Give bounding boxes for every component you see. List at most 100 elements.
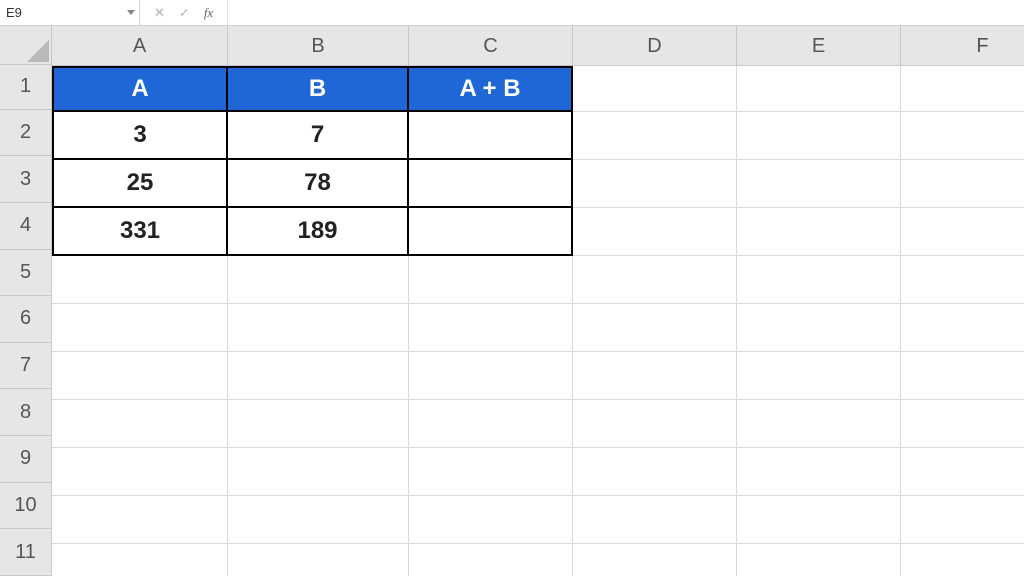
cell-F6[interactable] xyxy=(901,304,1024,352)
cell-D7[interactable] xyxy=(573,352,737,400)
cell-E8[interactable] xyxy=(737,400,901,448)
cell-C4[interactable] xyxy=(409,208,573,256)
cell-F11[interactable] xyxy=(901,544,1024,576)
cell-A11[interactable] xyxy=(52,544,228,576)
col-header-E[interactable]: E xyxy=(737,26,901,66)
table-row: 331 189 xyxy=(52,208,1024,256)
cell-C5[interactable] xyxy=(409,256,573,304)
name-box[interactable]: E9 xyxy=(0,0,140,25)
cell-E9[interactable] xyxy=(737,448,901,496)
select-all-corner[interactable] xyxy=(0,26,52,65)
cell-C2[interactable] xyxy=(409,112,573,160)
table-row xyxy=(52,544,1024,576)
cell-A10[interactable] xyxy=(52,496,228,544)
row-header-3[interactable]: 3 xyxy=(0,156,52,203)
cell-F10[interactable] xyxy=(901,496,1024,544)
col-header-F[interactable]: F xyxy=(901,26,1024,66)
cell-D2[interactable] xyxy=(573,112,737,160)
confirm-icon[interactable]: ✓ xyxy=(179,6,190,19)
cell-B6[interactable] xyxy=(228,304,409,352)
cell-F7[interactable] xyxy=(901,352,1024,400)
row-header-11[interactable]: 11 xyxy=(0,529,52,576)
cell-C11[interactable] xyxy=(409,544,573,576)
cell-E4[interactable] xyxy=(737,208,901,256)
cell-B5[interactable] xyxy=(228,256,409,304)
cell-C9[interactable] xyxy=(409,448,573,496)
cell-C7[interactable] xyxy=(409,352,573,400)
cell-F2[interactable] xyxy=(901,112,1024,160)
cell-A5[interactable] xyxy=(52,256,228,304)
cell-E1[interactable] xyxy=(737,66,901,112)
row-header-4[interactable]: 4 xyxy=(0,203,52,250)
formula-input[interactable] xyxy=(228,0,1024,25)
row-header-8[interactable]: 8 xyxy=(0,389,52,436)
row-header-10[interactable]: 10 xyxy=(0,483,52,530)
row-header-7[interactable]: 7 xyxy=(0,343,52,390)
table-row xyxy=(52,256,1024,304)
fx-icon[interactable]: fx xyxy=(204,6,213,19)
cell-A3[interactable]: 25 xyxy=(52,160,228,208)
cell-E3[interactable] xyxy=(737,160,901,208)
cell-C8[interactable] xyxy=(409,400,573,448)
cell-B7[interactable] xyxy=(228,352,409,400)
cell-F5[interactable] xyxy=(901,256,1024,304)
cell-A8[interactable] xyxy=(52,400,228,448)
cell-E6[interactable] xyxy=(737,304,901,352)
cell-A9[interactable] xyxy=(52,448,228,496)
formula-bar-buttons: ✕ ✓ fx xyxy=(140,0,228,25)
cancel-icon[interactable]: ✕ xyxy=(154,6,165,19)
row-header-2[interactable]: 2 xyxy=(0,110,52,157)
cell-D9[interactable] xyxy=(573,448,737,496)
cell-C10[interactable] xyxy=(409,496,573,544)
cell-E10[interactable] xyxy=(737,496,901,544)
cell-D3[interactable] xyxy=(573,160,737,208)
cell-F9[interactable] xyxy=(901,448,1024,496)
row-header-5[interactable]: 5 xyxy=(0,250,52,297)
column-headers: A B C D E F xyxy=(52,26,1024,66)
grid-area: A B C D E F A B A + B 3 7 xyxy=(52,26,1024,576)
row-header-6[interactable]: 6 xyxy=(0,296,52,343)
col-header-C[interactable]: C xyxy=(409,26,573,66)
cell-D6[interactable] xyxy=(573,304,737,352)
cell-D4[interactable] xyxy=(573,208,737,256)
table-row xyxy=(52,496,1024,544)
cell-B3[interactable]: 78 xyxy=(228,160,409,208)
cell-B11[interactable] xyxy=(228,544,409,576)
cell-B1[interactable]: B xyxy=(228,66,409,112)
row-header-1[interactable]: 1 xyxy=(0,65,52,110)
cell-D5[interactable] xyxy=(573,256,737,304)
cell-A4[interactable]: 331 xyxy=(52,208,228,256)
cell-B9[interactable] xyxy=(228,448,409,496)
chevron-down-icon[interactable] xyxy=(127,10,135,15)
cell-E2[interactable] xyxy=(737,112,901,160)
cell-E7[interactable] xyxy=(737,352,901,400)
formula-bar: E9 ✕ ✓ fx xyxy=(0,0,1024,26)
table-row: A B A + B xyxy=(52,66,1024,112)
cell-F1[interactable] xyxy=(901,66,1024,112)
cell-D8[interactable] xyxy=(573,400,737,448)
table-row xyxy=(52,448,1024,496)
cell-F8[interactable] xyxy=(901,400,1024,448)
cell-D10[interactable] xyxy=(573,496,737,544)
cell-B2[interactable]: 7 xyxy=(228,112,409,160)
cell-C3[interactable] xyxy=(409,160,573,208)
cell-F4[interactable] xyxy=(901,208,1024,256)
cell-E5[interactable] xyxy=(737,256,901,304)
col-header-A[interactable]: A xyxy=(52,26,228,66)
cell-B8[interactable] xyxy=(228,400,409,448)
cell-C6[interactable] xyxy=(409,304,573,352)
cell-A2[interactable]: 3 xyxy=(52,112,228,160)
cell-E11[interactable] xyxy=(737,544,901,576)
cell-C1[interactable]: A + B xyxy=(409,66,573,112)
row-header-9[interactable]: 9 xyxy=(0,436,52,483)
cell-B4[interactable]: 189 xyxy=(228,208,409,256)
col-header-B[interactable]: B xyxy=(228,26,409,66)
col-header-D[interactable]: D xyxy=(573,26,737,66)
cell-D11[interactable] xyxy=(573,544,737,576)
cell-D1[interactable] xyxy=(573,66,737,112)
cell-A1[interactable]: A xyxy=(52,66,228,112)
cell-A6[interactable] xyxy=(52,304,228,352)
cell-F3[interactable] xyxy=(901,160,1024,208)
cell-A7[interactable] xyxy=(52,352,228,400)
cell-B10[interactable] xyxy=(228,496,409,544)
